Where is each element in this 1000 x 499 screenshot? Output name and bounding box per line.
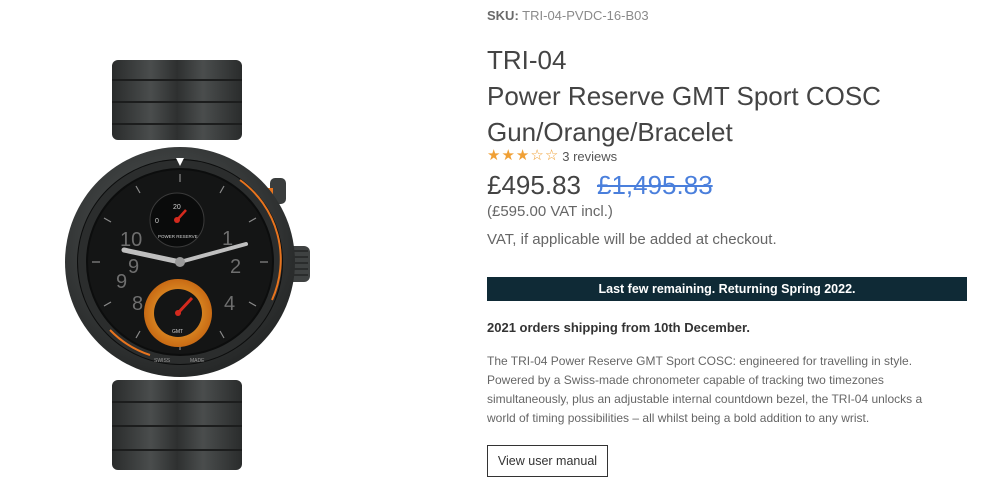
sku: SKU: TRI-04-PVDC-16-B03 xyxy=(487,8,649,23)
star-rating: ★ ★ ★ ☆ ☆ xyxy=(487,148,558,164)
bracelet-bottom xyxy=(112,380,242,470)
product-image-gallery[interactable]: 1 2 4 9 10 8 9 20 0 POWER RESERVE GMT SW… xyxy=(0,0,470,499)
svg-text:2: 2 xyxy=(230,256,241,278)
power-reserve-subdial: 20 0 POWER RESERVE xyxy=(149,192,205,248)
svg-text:9: 9 xyxy=(128,256,139,278)
svg-text:20: 20 xyxy=(173,204,181,211)
vat-note: VAT, if applicable will be added at chec… xyxy=(487,231,777,248)
product-title: TRI-04 Power Reserve GMT Sport COSC Gun/… xyxy=(487,42,967,150)
description-line: Powered by a Swiss-made chronometer capa… xyxy=(487,373,884,387)
svg-text:MADE: MADE xyxy=(190,358,205,364)
product-description: The TRI-04 Power Reserve GMT Sport COSC:… xyxy=(487,352,967,428)
sku-value: TRI-04-PVDC-16-B03 xyxy=(522,8,649,23)
watch-image: 1 2 4 9 10 8 9 20 0 POWER RESERVE GMT SW… xyxy=(65,60,310,470)
product-title-line: Gun/Orange/Bracelet xyxy=(487,117,733,147)
stock-status-banner: Last few remaining. Returning Spring 202… xyxy=(487,277,967,301)
shipping-note: 2021 orders shipping from 10th December. xyxy=(487,320,750,335)
svg-text:9: 9 xyxy=(116,271,127,293)
star-filled-icon: ★ xyxy=(515,147,530,164)
product-title-line: Power Reserve GMT Sport COSC xyxy=(487,81,881,111)
svg-text:4: 4 xyxy=(224,293,235,315)
current-price: £495.83 xyxy=(487,170,581,200)
svg-text:SWISS: SWISS xyxy=(154,358,171,364)
vat-included-price: (£595.00 VAT incl.) xyxy=(487,203,613,220)
star-filled-icon: ★ xyxy=(487,147,501,164)
price-row: £495.83 £1,495.83 xyxy=(487,170,713,201)
view-user-manual-button[interactable]: View user manual xyxy=(487,445,608,477)
description-line: simultaneously, plus an adjustable inter… xyxy=(487,392,923,406)
svg-text:8: 8 xyxy=(132,293,143,315)
reviews-link[interactable]: 3 reviews xyxy=(562,149,617,164)
sku-label: SKU: xyxy=(487,8,519,23)
star-empty-icon: ☆ xyxy=(530,147,544,164)
star-empty-icon: ☆ xyxy=(544,147,559,164)
rating[interactable]: ★ ★ ★ ☆ ☆ 3 reviews xyxy=(487,148,617,164)
gmt-subdial: GMT xyxy=(144,279,212,347)
gmt-label: GMT xyxy=(172,329,183,335)
original-price: £1,495.83 xyxy=(596,170,713,200)
description-line: The TRI-04 Power Reserve GMT Sport COSC:… xyxy=(487,354,913,368)
star-filled-icon: ★ xyxy=(501,147,515,164)
svg-text:0: 0 xyxy=(155,218,159,225)
product-title-line: TRI-04 xyxy=(487,45,567,75)
power-reserve-label: POWER RESERVE xyxy=(158,234,198,239)
bracelet-top xyxy=(112,60,242,140)
description-line: world of timing possibilities – all whil… xyxy=(487,411,870,425)
